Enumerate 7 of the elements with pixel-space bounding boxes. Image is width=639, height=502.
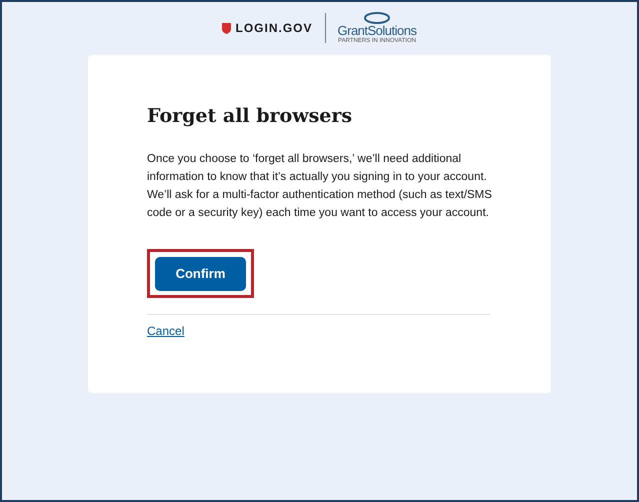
grantsolutions-logo: GrantSolutions	[338, 24, 416, 38]
page-title: Forget all browsers	[147, 104, 354, 129]
explanation-text: Once you choose to ‘forget all browsers,’ we’ll need additional information to know that it’s actually you signing in to your account. We’ll ask for a multi-factor authentication method (such as text/SMS code or a security key) each time you want to access your account.	[147, 152, 493, 221]
cancel-link[interactable]: Cancel	[147, 322, 184, 340]
login-logo: LOGIN.GOV	[235, 20, 312, 37]
confirm-button[interactable]: Confirm	[155, 256, 246, 290]
shield-icon	[222, 22, 232, 34]
